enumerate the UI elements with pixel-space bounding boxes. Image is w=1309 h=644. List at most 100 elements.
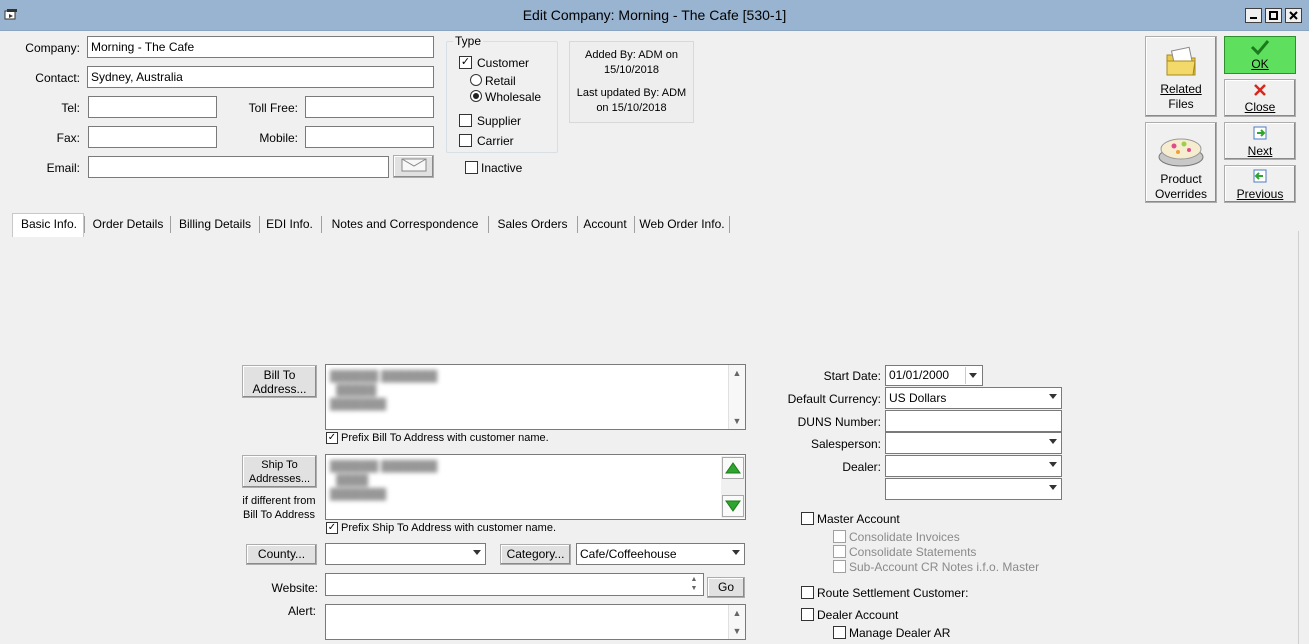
inactive-checkbox[interactable] [465,161,478,174]
mobile-label: Mobile: [259,131,298,145]
category-button[interactable]: Category... [500,544,571,565]
dealer-select[interactable] [885,455,1062,477]
tab-separator [634,216,635,233]
company-field[interactable]: Morning - The Cafe [87,36,434,58]
ship-to-down-button[interactable] [722,495,744,517]
cake-icon [1146,129,1216,172]
category-value: Cafe/Coffeehouse [580,547,677,561]
consolidate-statements-checkbox[interactable] [833,545,846,558]
email-field[interactable] [88,156,389,178]
tab-billing-details[interactable]: Billing Details [174,214,256,235]
mobile-field[interactable] [305,126,434,148]
customer-checkbox[interactable]: ✓ [459,56,472,69]
supplier-label: Supplier [477,114,522,128]
tel-field[interactable] [88,96,217,118]
bill-to-scrollbar[interactable]: ▲ ▼ [728,365,745,429]
website-spinner[interactable]: ▲ ▼ [686,575,702,594]
consolidate-statements-label: Consolidate Statements [849,545,977,559]
tab-sales-orders[interactable]: Sales Orders [492,214,573,235]
close-button[interactable]: Close [1224,79,1296,117]
category-select[interactable]: Cafe/Coffeehouse [576,543,745,565]
added-by-line1: Added By: ADM on [585,49,678,61]
previous-arrow-icon [1225,168,1295,187]
ship-to-label-1: Ship To [261,459,298,471]
fax-label: Fax: [56,131,80,145]
close-window-button[interactable] [1285,8,1302,23]
checkmark-icon [1225,39,1295,58]
prefix-bill-label: Prefix Bill To Address with customer nam… [341,432,549,444]
next-arrow-icon [1225,125,1295,144]
prefix-bill-checkbox[interactable]: ✓ [326,432,338,444]
retail-radio[interactable] [470,74,482,86]
chevron-down-icon [1049,462,1057,467]
ship-to-note-2: Bill To Address [243,509,315,521]
next-button[interactable]: Next [1224,122,1296,160]
tab-order-details[interactable]: Order Details [88,214,168,235]
type-group-label: Type [453,34,484,48]
alert-scrollbar[interactable]: ▲ ▼ [728,605,745,639]
green-down-arrow-icon [725,500,741,512]
contact-field[interactable]: Sydney, Australia [87,66,434,88]
route-settlement-checkbox[interactable] [801,586,814,599]
supplier-checkbox[interactable] [459,114,472,127]
ship-to-address-box[interactable]: ▓▓▓▓▓▓ ▓▓▓▓▓▓▓ ▓▓▓▓ ▓▓▓▓▓▓▓ [325,454,746,520]
alert-field[interactable]: ▲ ▼ [325,604,746,640]
bill-to-address-box[interactable]: ▓▓▓▓▓▓ ▓▓▓▓▓▓▓ ▓▓▓▓▓ ▓▓▓▓▓▓▓ ▲ ▼ [325,364,746,430]
start-date-label: Start Date: [823,369,881,383]
tab-basic-info[interactable]: Basic Info. [14,214,84,235]
tab-separator [577,216,578,233]
ok-button[interactable]: OK [1224,36,1296,74]
sub-account-cr-checkbox[interactable] [833,560,846,573]
chevron-down-icon [1049,485,1057,490]
master-account-checkbox[interactable] [801,512,814,525]
tab-notes-correspondence[interactable]: Notes and Correspondence [325,214,485,235]
currency-select[interactable]: US Dollars [885,387,1062,409]
website-label: Website: [271,581,318,595]
wholesale-radio[interactable] [470,90,482,102]
calendar-dropdown-button[interactable] [965,367,981,384]
extra-select[interactable] [885,478,1062,500]
go-button[interactable]: Go [707,577,745,598]
related-files-button[interactable]: Related Files [1145,36,1217,117]
ship-to-up-button[interactable] [722,457,744,479]
ship-to-note: if different from Bill To Address [232,494,326,522]
related-files-label-1: Related [1160,82,1202,96]
bill-to-address-button[interactable]: Bill To Address... [242,365,317,398]
website-field[interactable]: ▲ ▼ [325,573,704,596]
product-overrides-label-2: Overrides [1154,187,1207,201]
product-overrides-button[interactable]: Product Overrides [1145,122,1217,203]
updated-by-line2: on 15/10/2018 [596,102,667,114]
duns-field[interactable] [885,410,1062,432]
maximize-button[interactable] [1265,8,1282,23]
send-email-button[interactable] [393,155,434,178]
bill-to-address-redacted: ▓▓▓▓▓▓ ▓▓▓▓▓▓▓ ▓▓▓▓▓ ▓▓▓▓▓▓▓ [330,370,438,410]
chevron-down-icon [969,373,977,378]
tab-edi-info[interactable]: EDI Info. [262,214,317,235]
county-select[interactable] [325,543,486,565]
carrier-checkbox[interactable] [459,134,472,147]
tab-web-order-info[interactable]: Web Order Info. [637,214,727,235]
ship-to-note-1: if different from [242,495,316,507]
salesperson-label: Salesperson: [810,437,881,451]
fax-field[interactable] [88,126,217,148]
prefix-ship-checkbox[interactable]: ✓ [326,522,338,534]
previous-button[interactable]: Previous [1224,165,1296,203]
chevron-down-icon [732,550,740,555]
tollfree-label: Toll Free: [248,101,298,115]
dealer-account-checkbox[interactable] [801,608,814,621]
carrier-label: Carrier [477,134,514,148]
duns-label: DUNS Number: [797,415,881,429]
ship-to-addresses-button[interactable]: Ship To Addresses... [242,455,317,488]
salesperson-select[interactable] [885,432,1062,454]
tab-account[interactable]: Account [580,214,630,235]
dealer-label: Dealer: [842,460,881,474]
start-date-picker[interactable]: 01/01/2000 [885,365,983,386]
minimize-button[interactable] [1245,8,1262,23]
county-button[interactable]: County... [246,544,317,565]
green-up-arrow-icon [725,462,741,474]
tollfree-field[interactable] [305,96,434,118]
chevron-down-icon [1049,439,1057,444]
tab-separator [321,216,322,233]
consolidate-invoices-checkbox[interactable] [833,530,846,543]
manage-dealer-ar-checkbox[interactable] [833,626,846,639]
